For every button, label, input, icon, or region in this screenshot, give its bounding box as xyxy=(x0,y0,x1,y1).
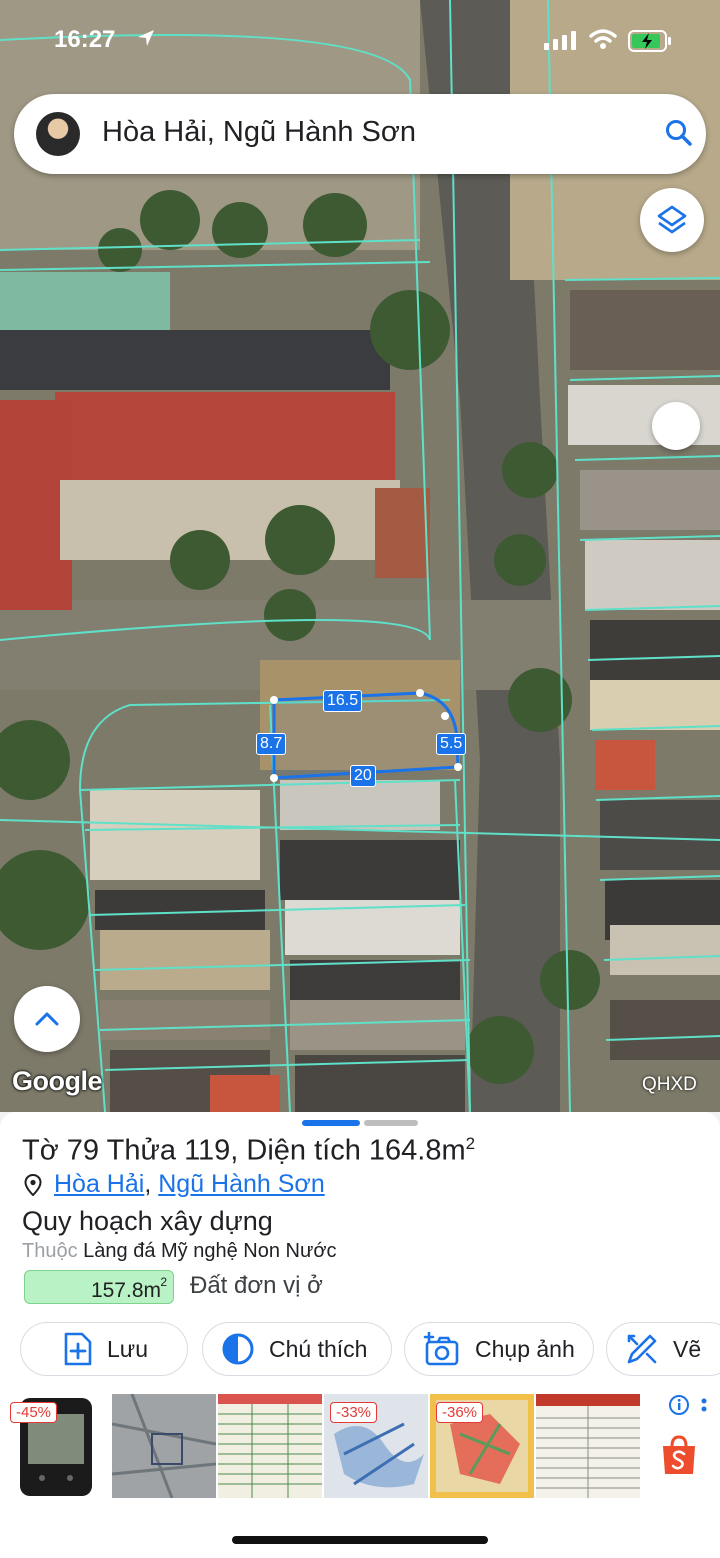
discount-badge: -36% xyxy=(436,1402,484,1423)
measure-bottom: 20 xyxy=(350,765,376,787)
belongs-value: Làng đá Mỹ nghệ Non Nước xyxy=(83,1240,337,1262)
google-logo: Google xyxy=(12,1066,103,1096)
search-icon[interactable] xyxy=(664,118,694,148)
product-image xyxy=(218,1394,322,1498)
app-root: 16.5 8.7 5.5 20 16:27 Hòa Hải, Ngũ Hành … xyxy=(0,0,720,1558)
legend-button[interactable]: Chú thích xyxy=(202,1322,392,1376)
ad-item[interactable]: -36% xyxy=(430,1394,534,1498)
avatar[interactable] xyxy=(36,112,80,156)
save-label: Lưu xyxy=(107,1335,148,1362)
discount-badge: -45% xyxy=(10,1402,58,1423)
sheet-handle-secondary[interactable] xyxy=(364,1120,418,1126)
planning-area-sup: 2 xyxy=(160,1275,167,1289)
ad-item[interactable]: -33% xyxy=(324,1394,428,1498)
more-vert-icon[interactable] xyxy=(700,1398,708,1420)
draw-button[interactable]: Vẽ xyxy=(606,1322,720,1376)
product-image xyxy=(112,1394,216,1498)
area-label: , Diện tích xyxy=(230,1134,361,1167)
photo-label: Chụp ảnh xyxy=(475,1335,575,1362)
planning-title: Quy hoạch xây dựng xyxy=(22,1206,273,1236)
ad-strip[interactable]: -45% -33% -36% xyxy=(0,1390,720,1502)
layers-icon xyxy=(657,205,687,234)
sheet-handle[interactable] xyxy=(302,1120,360,1126)
ad-info-icon[interactable] xyxy=(668,1394,690,1416)
photo-button[interactable]: Chụp ảnh xyxy=(404,1322,594,1376)
chevron-up-icon xyxy=(35,1012,59,1026)
save-button[interactable]: Lưu xyxy=(20,1322,188,1376)
search-query[interactable]: Hòa Hải, Ngũ Hành Sơn xyxy=(102,116,416,149)
product-image xyxy=(536,1394,640,1498)
belongs-label: Thuộc xyxy=(22,1240,78,1262)
land-type: Đất đơn vị ở xyxy=(190,1272,323,1299)
area-unit-sup: 2 xyxy=(465,1134,476,1153)
expand-button[interactable] xyxy=(14,986,80,1052)
location-arrow-icon xyxy=(138,30,154,46)
wifi-icon xyxy=(589,29,617,49)
draw-label: Vẽ xyxy=(673,1335,702,1362)
status-time: 16:27 xyxy=(54,26,116,53)
location-separator: , xyxy=(144,1170,152,1198)
measure-right: 5.5 xyxy=(436,733,467,755)
location-line: Hòa Hải, Ngũ Hành Sơn xyxy=(54,1170,325,1199)
ward-link[interactable]: Hòa Hải xyxy=(54,1170,144,1198)
sheet-label: Tờ xyxy=(22,1134,59,1167)
satellite-map[interactable]: 16.5 8.7 5.5 20 16:27 Hòa Hải, Ngũ Hành … xyxy=(0,0,720,1112)
area-value: 164.8m xyxy=(368,1134,466,1167)
add-file-icon xyxy=(64,1332,92,1366)
layers-button[interactable] xyxy=(640,188,704,252)
belongs-line: Thuộc Làng đá Mỹ nghệ Non Nước xyxy=(22,1240,336,1263)
draw-tools-icon xyxy=(627,1334,657,1364)
parcel-label: Thửa xyxy=(106,1134,176,1167)
ad-item[interactable]: -45% xyxy=(4,1394,108,1498)
location-pin-icon xyxy=(24,1174,42,1196)
parcel-title: Tờ 79 Thửa 119, Diện tích 164.8m2 xyxy=(22,1134,475,1168)
ad-item[interactable] xyxy=(536,1394,640,1498)
legend-label: Chú thích xyxy=(269,1335,368,1362)
add-photo-icon xyxy=(423,1332,459,1366)
compass-button[interactable] xyxy=(652,402,700,450)
home-indicator[interactable] xyxy=(232,1536,488,1544)
sheet-number: 79 xyxy=(66,1134,100,1167)
ad-item[interactable] xyxy=(218,1394,322,1498)
planning-area-value: 157.8m xyxy=(90,1279,161,1302)
measure-top: 16.5 xyxy=(323,690,363,712)
measure-left: 8.7 xyxy=(256,733,287,755)
ad-item[interactable] xyxy=(112,1394,216,1498)
status-bar: 16:27 xyxy=(0,0,720,80)
parcel-number: 119 xyxy=(184,1134,231,1167)
layer-badge: QHXD xyxy=(642,1074,697,1095)
district-link[interactable]: Ngũ Hành Sơn xyxy=(158,1170,325,1198)
battery-charging-icon xyxy=(628,30,671,52)
shopee-bag-icon[interactable] xyxy=(660,1434,698,1476)
bottom-sheet[interactable]: Tờ 79 Thửa 119, Diện tích 164.8m2 Hòa Hả… xyxy=(0,1112,720,1558)
cellular-signal-icon xyxy=(544,31,576,50)
search-bar[interactable]: Hòa Hải, Ngũ Hành Sơn xyxy=(14,94,706,174)
planning-area-chip: 157.8m 2 xyxy=(24,1270,174,1304)
half-circle-icon xyxy=(222,1333,254,1365)
discount-badge: -33% xyxy=(330,1402,378,1423)
